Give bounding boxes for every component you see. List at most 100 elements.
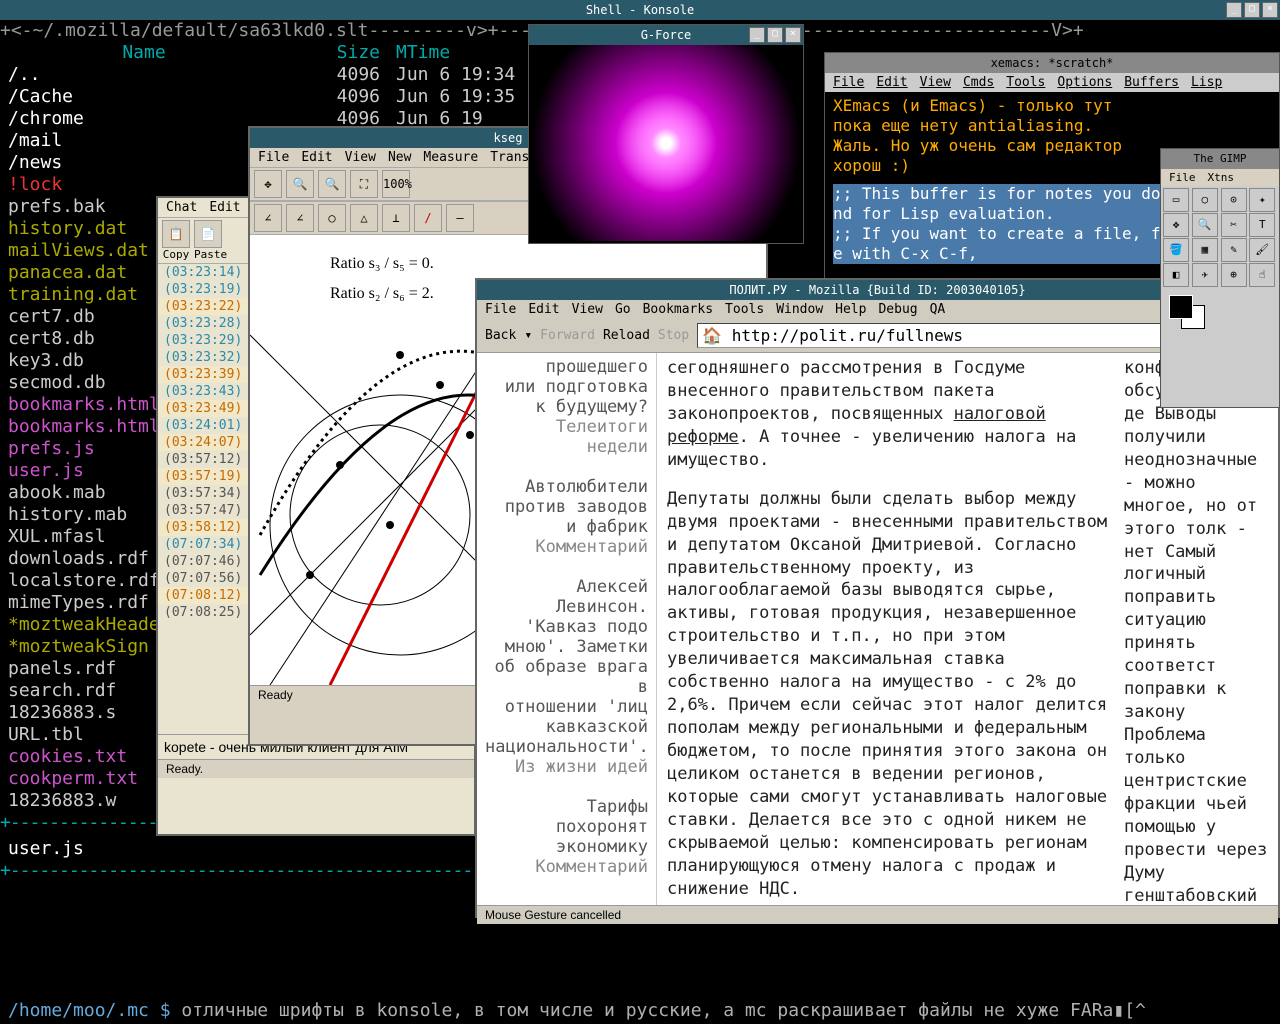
menu-new[interactable]: New <box>388 150 411 165</box>
sidebar-line[interactable]: против заводов <box>485 497 648 517</box>
gimp-color-swatch[interactable] <box>1165 293 1275 333</box>
menu-lisp[interactable]: Lisp <box>1191 75 1222 90</box>
sidebar-line[interactable]: Алексей <box>485 577 648 597</box>
menu-file[interactable]: File <box>258 150 289 165</box>
zoom-icon[interactable]: 🔍 <box>1192 213 1218 237</box>
xemacs-titlebar[interactable]: xemacs: *scratch* <box>825 53 1279 73</box>
sidebar-line[interactable]: и фабрик <box>485 517 648 537</box>
pencil-icon[interactable]: ✎ <box>1221 238 1247 262</box>
sidebar-line[interactable]: Комментарий <box>485 857 648 877</box>
gforce-titlebar[interactable]: G-Force _▢× <box>529 25 803 45</box>
sidebar-line[interactable]: Из жизни идей <box>485 757 648 777</box>
copy-icon[interactable]: 📋 <box>162 220 190 248</box>
fg-color[interactable] <box>1169 295 1193 319</box>
crop-icon[interactable]: ✂ <box>1221 213 1247 237</box>
close-button[interactable]: × <box>1262 2 1278 18</box>
sidebar-line[interactable]: Комментарий <box>485 537 648 557</box>
menu-edit[interactable]: Edit <box>528 302 559 317</box>
menu-file[interactable]: File <box>833 75 864 90</box>
menu-view[interactable]: View <box>572 302 603 317</box>
percent-icon[interactable]: 100% <box>382 170 410 198</box>
sidebar-line[interactable]: мною'. Заметки <box>485 637 648 657</box>
konsole-title: Shell - Konsole <box>586 3 694 17</box>
menu-file[interactable]: File <box>1169 171 1196 184</box>
minimize-button[interactable]: _ <box>1226 2 1242 18</box>
dropdown-icon[interactable]: ▾ <box>524 328 532 343</box>
back-button[interactable]: Back <box>485 328 516 343</box>
menu-bookmarks[interactable]: Bookmarks <box>643 302 713 317</box>
sidebar-line[interactable] <box>485 557 648 577</box>
tool-icon[interactable]: ⟂ <box>382 204 410 232</box>
menu-tools[interactable]: Tools <box>725 302 764 317</box>
menu-qa[interactable]: QA <box>930 302 946 317</box>
sidebar-line[interactable]: прошедшего <box>485 357 648 377</box>
menu-view[interactable]: View <box>920 75 951 90</box>
tool-icon[interactable]: ∠ <box>286 204 314 232</box>
lasso-icon[interactable]: ⊙ <box>1221 188 1247 212</box>
move-icon[interactable]: ✥ <box>1163 213 1189 237</box>
sidebar-line[interactable] <box>485 777 648 797</box>
fit-icon[interactable]: ⛶ <box>350 170 378 198</box>
menu-buffers[interactable]: Buffers <box>1124 75 1179 90</box>
menu-options[interactable]: Options <box>1057 75 1112 90</box>
reload-button[interactable]: Reload <box>603 328 650 343</box>
airbrush-icon[interactable]: ✈ <box>1192 263 1218 287</box>
sidebar-line[interactable]: недели <box>485 437 648 457</box>
menu-view[interactable]: View <box>345 150 376 165</box>
sidebar-line[interactable]: отношении 'лиц <box>485 697 648 717</box>
sidebar-line[interactable]: экономику <box>485 837 648 857</box>
menu-edit[interactable]: Edit <box>876 75 907 90</box>
menu-cmds[interactable]: Cmds <box>963 75 994 90</box>
menu-chat[interactable]: Chat <box>166 200 197 215</box>
ellipse-select-icon[interactable]: ○ <box>1192 188 1218 212</box>
tool-icon[interactable]: ○ <box>318 204 346 232</box>
rect-select-icon[interactable]: ▭ <box>1163 188 1189 212</box>
close-button[interactable]: × <box>785 27 801 43</box>
menu-debug[interactable]: Debug <box>878 302 917 317</box>
sidebar-line[interactable]: к будущему? <box>485 397 648 417</box>
sidebar-line[interactable]: национальности'. <box>485 737 648 757</box>
sidebar-line[interactable]: Телеитоги <box>485 417 648 437</box>
sidebar-line[interactable]: Автолюбители <box>485 477 648 497</box>
sidebar-line[interactable] <box>485 457 648 477</box>
sidebar-line[interactable]: Тарифы <box>485 797 648 817</box>
maximize-button[interactable]: ▢ <box>1244 2 1260 18</box>
menu-window[interactable]: Window <box>776 302 823 317</box>
clone-icon[interactable]: ⊕ <box>1221 263 1247 287</box>
mozilla-titlebar[interactable]: ПОЛИТ.РУ - Mozilla {Build ID: 2003040105… <box>477 280 1278 300</box>
sidebar-line[interactable]: об образе врага в <box>485 657 648 697</box>
tool-icon[interactable]: / <box>414 204 442 232</box>
brush-icon[interactable]: 🖌 <box>1249 238 1275 262</box>
sidebar-line[interactable]: или подготовка <box>485 377 648 397</box>
menu-help[interactable]: Help <box>835 302 866 317</box>
tool-icon[interactable]: △ <box>350 204 378 232</box>
gimp-titlebar[interactable]: The GIMP <box>1161 149 1279 169</box>
menu-measure[interactable]: Measure <box>423 150 478 165</box>
zoom-in-icon[interactable]: 🔍 <box>286 170 314 198</box>
sidebar-line[interactable]: кавказской <box>485 717 648 737</box>
menu-edit[interactable]: Edit <box>209 200 240 215</box>
mozilla-content: прошедшегоили подготовкак будущему?Телеи… <box>477 353 1278 905</box>
menu-tools[interactable]: Tools <box>1006 75 1045 90</box>
tool-icon[interactable]: ∠ <box>254 204 282 232</box>
menu-file[interactable]: File <box>485 302 516 317</box>
wand-icon[interactable]: ✦ <box>1249 188 1275 212</box>
zoom-out-icon[interactable]: 🔍 <box>318 170 346 198</box>
minimize-button[interactable]: _ <box>749 27 765 43</box>
eraser-icon[interactable]: ◧ <box>1163 263 1189 287</box>
menu-go[interactable]: Go <box>615 302 631 317</box>
gradient-icon[interactable]: ▦ <box>1192 238 1218 262</box>
smudge-icon[interactable]: ☝ <box>1249 263 1275 287</box>
shell-prompt-line[interactable]: /home/moo/.mc $ отличные шрифты в konsol… <box>0 998 1280 1024</box>
menu-xtns[interactable]: Xtns <box>1208 171 1235 184</box>
maximize-button[interactable]: ▢ <box>767 27 783 43</box>
sidebar-line[interactable]: 'Кавказ подо <box>485 617 648 637</box>
text-icon[interactable]: T <box>1249 213 1275 237</box>
move-icon[interactable]: ✥ <box>254 170 282 198</box>
menu-edit[interactable]: Edit <box>301 150 332 165</box>
sidebar-line[interactable]: Левинсон. <box>485 597 648 617</box>
sidebar-line[interactable]: похоронят <box>485 817 648 837</box>
paste-icon[interactable]: 📄 <box>194 220 222 248</box>
tool-icon[interactable]: — <box>446 204 474 232</box>
bucket-icon[interactable]: 🪣 <box>1163 238 1189 262</box>
